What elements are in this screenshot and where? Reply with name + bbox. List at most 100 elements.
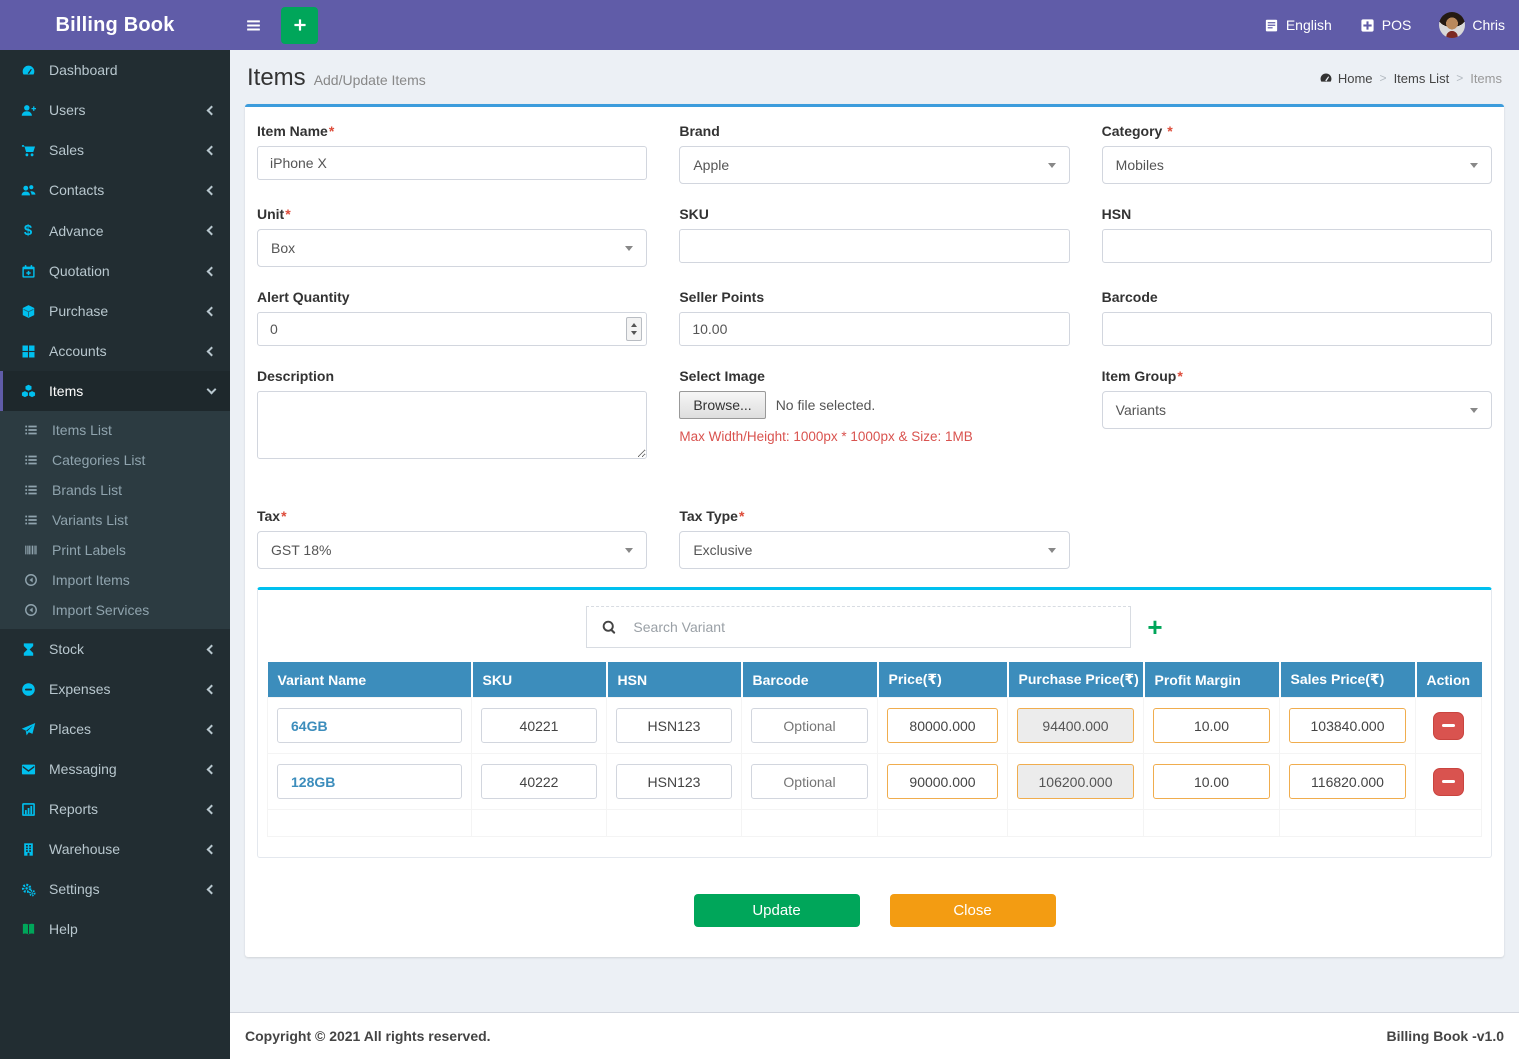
add-variant-button[interactable]: + (1147, 614, 1162, 640)
item-group-select[interactable]: Variants (1101, 391, 1492, 429)
plus-icon (292, 17, 308, 33)
sidebar-item-quotation[interactable]: Quotation (0, 251, 230, 291)
cart-icon (18, 143, 38, 158)
variant-search-box (586, 606, 1132, 648)
barcode-input[interactable] (1101, 312, 1492, 346)
quick-add-button[interactable] (281, 6, 318, 44)
sidebar-item-dashboard[interactable]: Dashboard (0, 50, 230, 90)
sidebar-item-label: Import Services (52, 602, 150, 618)
category-label: Category * (1101, 123, 1173, 139)
sidebar-item-purchase[interactable]: Purchase (0, 291, 230, 331)
top-header: Billing Book English POS Chris (0, 0, 1519, 50)
variant-purchase-price-input (1017, 764, 1134, 799)
minus-icon (1442, 724, 1455, 727)
variants-table: Variant Name SKU HSN Barcode Price(₹) Pu… (267, 662, 1482, 837)
dollar-icon: $ (23, 222, 33, 239)
col-purchase-price: Purchase Price(₹) (1006, 662, 1144, 698)
home-icon (1319, 71, 1333, 85)
variant-search-input[interactable] (633, 619, 1117, 635)
user-menu[interactable]: Chris (1425, 12, 1519, 38)
variant-barcode-input[interactable] (751, 764, 868, 799)
remove-variant-button[interactable] (1433, 711, 1464, 740)
item-name-input[interactable] (257, 146, 648, 180)
update-button[interactable]: Update (693, 894, 860, 927)
sidebar-item-settings[interactable]: Settings (0, 869, 230, 909)
variant-sku-input[interactable] (481, 708, 597, 743)
chevron-down-icon (206, 384, 217, 395)
variant-hsn-input[interactable] (616, 708, 732, 743)
sidebar-item-items[interactable]: Items (0, 371, 230, 411)
quantity-stepper[interactable] (626, 317, 643, 341)
sidebar-item-label: Import Items (52, 572, 130, 588)
sidebar-item-places[interactable]: Places (0, 709, 230, 749)
browse-button[interactable]: Browse... (679, 391, 766, 419)
sidebar-item-warehouse[interactable]: Warehouse (0, 829, 230, 869)
alert-quantity-input[interactable] (257, 312, 648, 346)
sidebar-item-categories-list[interactable]: Categories List (0, 445, 230, 475)
remove-variant-button[interactable] (1433, 767, 1464, 796)
chevron-left-icon (206, 185, 217, 195)
pos-button[interactable]: POS (1346, 12, 1426, 38)
tax-type-select[interactable]: Exclusive (679, 531, 1070, 569)
sidebar-item-print-labels[interactable]: Print Labels (0, 535, 230, 565)
chevron-left-icon (206, 145, 217, 155)
seller-points-input[interactable] (679, 312, 1070, 346)
sidebar-item-users[interactable]: Users (0, 90, 230, 130)
variant-row (267, 753, 1482, 810)
gears-icon (18, 882, 38, 897)
close-button[interactable]: Close (889, 894, 1056, 927)
variant-name-input[interactable] (277, 708, 462, 743)
list-icon (21, 423, 41, 437)
sidebar-item-items-list[interactable]: Items List (0, 415, 230, 445)
sidebar-item-brands-list[interactable]: Brands List (0, 475, 230, 505)
sidebar-item-import-items[interactable]: Import Items (0, 565, 230, 595)
variant-price-input[interactable] (887, 764, 998, 799)
col-variant-name: Variant Name (267, 662, 472, 698)
variant-hsn-input[interactable] (616, 764, 732, 799)
language-selector[interactable]: English (1250, 12, 1346, 38)
unit-select[interactable]: Box (257, 229, 648, 267)
variant-purchase-price-input (1017, 708, 1134, 743)
tax-select[interactable]: GST 18% (257, 531, 648, 569)
variant-profit-margin-input[interactable] (1153, 764, 1270, 799)
variant-barcode-input[interactable] (751, 708, 868, 743)
category-select[interactable]: Mobiles (1101, 146, 1492, 184)
breadcrumb-home[interactable]: Home (1319, 71, 1373, 86)
variant-sku-input[interactable] (481, 764, 597, 799)
users-group-icon (18, 183, 38, 198)
sku-input[interactable] (679, 229, 1070, 263)
sidebar-item-sales[interactable]: Sales (0, 130, 230, 170)
brand-select[interactable]: Apple (679, 146, 1070, 184)
sidebar-item-label: Items (49, 383, 84, 399)
pos-plus-icon (1360, 18, 1375, 33)
sidebar-item-messaging[interactable]: Messaging (0, 749, 230, 789)
sidebar-item-accounts[interactable]: Accounts (0, 331, 230, 371)
sidebar-toggle-button[interactable] (230, 0, 277, 50)
app-logo[interactable]: Billing Book (0, 0, 230, 50)
minus-circle-icon (18, 682, 38, 697)
sidebar-item-help[interactable]: Help (0, 909, 230, 949)
spacer-row (267, 809, 1482, 837)
sidebar-item-label: Brands List (52, 482, 123, 498)
chevron-down-icon (1047, 162, 1056, 168)
breadcrumb-items-list[interactable]: Items List (1394, 71, 1450, 86)
sidebar-item-label: Advance (49, 222, 104, 239)
variant-sales-price-input[interactable] (1289, 708, 1406, 743)
variant-name-input[interactable] (277, 764, 462, 799)
sidebar-item-advance[interactable]: $ Advance (0, 210, 230, 251)
dashboard-icon (18, 63, 38, 78)
variant-profit-margin-input[interactable] (1153, 708, 1270, 743)
hsn-input[interactable] (1101, 229, 1492, 263)
sidebar-item-contacts[interactable]: Contacts (0, 170, 230, 210)
version-text: Billing Book -v1.0 (1386, 1028, 1504, 1044)
sidebar-item-expenses[interactable]: Expenses (0, 669, 230, 709)
sidebar-item-stock[interactable]: Stock (0, 629, 230, 669)
sidebar-item-import-services[interactable]: Import Services (0, 595, 230, 625)
chevron-left-icon (206, 884, 217, 894)
sidebar-item-reports[interactable]: Reports (0, 789, 230, 829)
description-textarea[interactable] (257, 391, 648, 459)
variant-price-input[interactable] (887, 708, 998, 743)
file-status: No file selected. (775, 397, 876, 413)
sidebar-item-variants-list[interactable]: Variants List (0, 505, 230, 535)
variant-sales-price-input[interactable] (1289, 764, 1406, 799)
